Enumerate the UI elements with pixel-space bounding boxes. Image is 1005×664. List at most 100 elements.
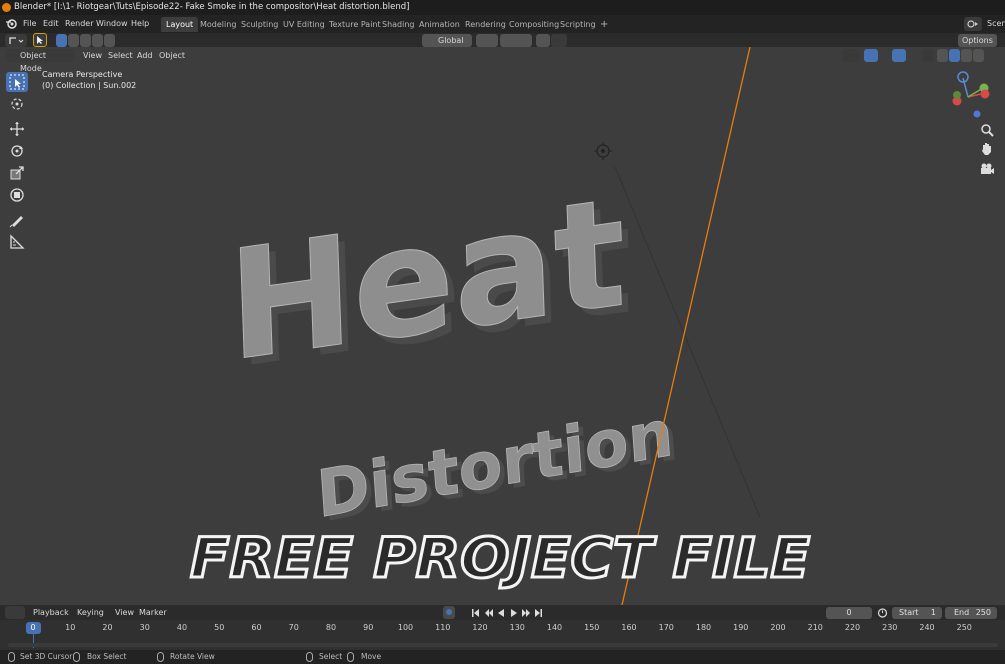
menu-window[interactable]: Window bbox=[93, 17, 131, 31]
xray-icon[interactable] bbox=[922, 49, 934, 62]
scene-selector-icon[interactable] bbox=[964, 17, 982, 31]
move-tool[interactable] bbox=[6, 119, 28, 139]
menu-marker[interactable]: Marker bbox=[135, 606, 171, 619]
material-shading-icon[interactable] bbox=[961, 49, 972, 62]
select-invert-icon[interactable] bbox=[92, 34, 103, 47]
timeline-tick: 140 bbox=[546, 623, 563, 632]
transform-tool[interactable] bbox=[6, 185, 28, 205]
select-subtract-icon[interactable] bbox=[80, 34, 91, 47]
rotate-icon bbox=[11, 145, 23, 157]
current-frame-field[interactable]: 0 bbox=[826, 607, 872, 619]
tab-modeling[interactable]: Modeling bbox=[195, 17, 241, 32]
navigation-gizmo-icon[interactable] bbox=[952, 71, 990, 118]
tab-layout[interactable]: Layout bbox=[161, 17, 199, 32]
select-intersect-icon[interactable] bbox=[104, 34, 115, 47]
editor-type-icon[interactable] bbox=[5, 34, 27, 47]
select-box-tool[interactable] bbox=[6, 72, 28, 92]
distortion-text-object[interactable]: Distortion Distortion bbox=[307, 395, 689, 538]
record-icon[interactable] bbox=[443, 606, 455, 619]
menu-add[interactable]: Add bbox=[133, 49, 157, 62]
menu-file[interactable]: File bbox=[20, 17, 39, 31]
timeline-tick: 130 bbox=[509, 623, 525, 632]
timeline-tick: 0 bbox=[30, 623, 36, 632]
tab-sculpting[interactable]: Sculpting bbox=[236, 17, 283, 32]
menu-view[interactable]: View bbox=[79, 49, 106, 62]
camera-perspective-label: Camera Perspective bbox=[42, 70, 123, 79]
timeline-ruler[interactable]: 0 10 20 30 40 50 60 70 80 90 100 110 120 130 140 150 160… bbox=[0, 620, 1005, 650]
blender-menu-icon[interactable] bbox=[5, 18, 17, 32]
next-keyframe-icon bbox=[522, 609, 530, 617]
timeline-tick: 120 bbox=[472, 623, 488, 632]
camera-view-icon[interactable] bbox=[978, 160, 996, 178]
timeline-editor-type-icon[interactable] bbox=[5, 606, 25, 619]
menu-playback[interactable]: Playback bbox=[29, 606, 73, 619]
start-value: 1 bbox=[930, 608, 936, 617]
menu-keying[interactable]: Keying bbox=[73, 606, 108, 619]
top-bar: File Edit Render Window Help Layout Mode… bbox=[0, 15, 1005, 33]
transform-orientation-select[interactable]: Global bbox=[422, 34, 472, 47]
timeline-tick: 150 bbox=[584, 623, 600, 632]
status-move: Move bbox=[361, 652, 382, 661]
timeline-tick: 80 bbox=[325, 623, 337, 632]
zoom-icon[interactable] bbox=[978, 121, 996, 139]
falloff-icon[interactable] bbox=[551, 34, 567, 47]
annotate-icon bbox=[9, 216, 23, 228]
measure-tool[interactable] bbox=[6, 232, 28, 252]
visibility-icon[interactable] bbox=[842, 49, 860, 62]
end-frame-field[interactable]: End 250 bbox=[945, 607, 997, 619]
timeline-tick: 110 bbox=[435, 623, 451, 632]
options-dropdown[interactable]: Options bbox=[958, 34, 997, 47]
blender-logo-icon bbox=[2, 3, 11, 12]
timeline-scrollbar[interactable] bbox=[8, 643, 998, 647]
collection-label: (0) Collection | Sun.002 bbox=[42, 81, 137, 90]
select-mode-icon[interactable] bbox=[33, 33, 47, 47]
menu-timeline-view[interactable]: View bbox=[111, 606, 138, 619]
overlay-toggle-icon[interactable] bbox=[892, 49, 906, 62]
timeline-tick: 240 bbox=[919, 623, 935, 632]
add-workspace-button[interactable]: + bbox=[595, 17, 613, 32]
cursor-tool[interactable] bbox=[6, 94, 28, 114]
select-extend-icon[interactable] bbox=[68, 34, 79, 47]
status-box-select: Box Select bbox=[87, 652, 127, 661]
heat-text-object[interactable]: Heat Heat bbox=[208, 164, 654, 404]
annotate-tool[interactable] bbox=[6, 210, 28, 230]
status-set-cursor: Set 3D Cursor bbox=[20, 652, 73, 661]
pivot-point-icon[interactable] bbox=[476, 34, 498, 47]
proportional-edit-icon[interactable] bbox=[536, 34, 550, 47]
snap-icon[interactable] bbox=[500, 34, 532, 47]
select-new-icon[interactable] bbox=[56, 34, 67, 47]
scale-tool[interactable] bbox=[6, 163, 28, 183]
menu-edit[interactable]: Edit bbox=[40, 17, 62, 31]
start-label: Start bbox=[899, 608, 919, 617]
scene-name[interactable]: Scen bbox=[984, 17, 1005, 31]
menu-render[interactable]: Render bbox=[62, 17, 96, 31]
start-frame-field[interactable]: Start 1 bbox=[892, 607, 942, 619]
tab-scripting[interactable]: Scripting bbox=[555, 17, 601, 32]
wireframe-shading-icon[interactable] bbox=[937, 49, 948, 62]
menu-select[interactable]: Select bbox=[104, 49, 137, 62]
object-mode-select[interactable]: Object Mode bbox=[6, 49, 74, 73]
tab-animation[interactable]: Animation bbox=[414, 17, 465, 32]
menu-help[interactable]: Help bbox=[128, 17, 152, 31]
heat-text: Heat bbox=[226, 164, 628, 395]
scale-icon bbox=[10, 166, 24, 180]
tab-uv-editing[interactable]: UV Editing bbox=[278, 17, 330, 32]
stopwatch-icon[interactable] bbox=[877, 607, 888, 620]
rendered-shading-icon[interactable] bbox=[973, 49, 984, 62]
sun-lamp-icon[interactable] bbox=[594, 142, 612, 160]
menu-object[interactable]: Object bbox=[155, 49, 189, 62]
gizmo-toggle-icon[interactable] bbox=[864, 49, 878, 62]
window-title: Blender* [I:\1- Riotgear\Tuts\Episode22-… bbox=[14, 2, 410, 12]
timeline-tick: 210 bbox=[807, 623, 823, 632]
cursor-icon bbox=[11, 98, 23, 110]
mouse-left-icon bbox=[8, 652, 15, 664]
solid-shading-icon[interactable] bbox=[949, 49, 960, 62]
timeline-tick: 180 bbox=[695, 623, 712, 632]
rotate-tool[interactable] bbox=[6, 141, 28, 161]
pan-hand-icon[interactable] bbox=[978, 140, 996, 158]
jump-start-icon bbox=[472, 609, 479, 617]
playback-controls[interactable] bbox=[470, 607, 550, 619]
viewport-3d[interactable]: Heat Heat Distortion Distortion FREE PRO… bbox=[0, 47, 1005, 605]
mouse-move-icon bbox=[347, 652, 354, 664]
end-value: 250 bbox=[975, 608, 991, 617]
